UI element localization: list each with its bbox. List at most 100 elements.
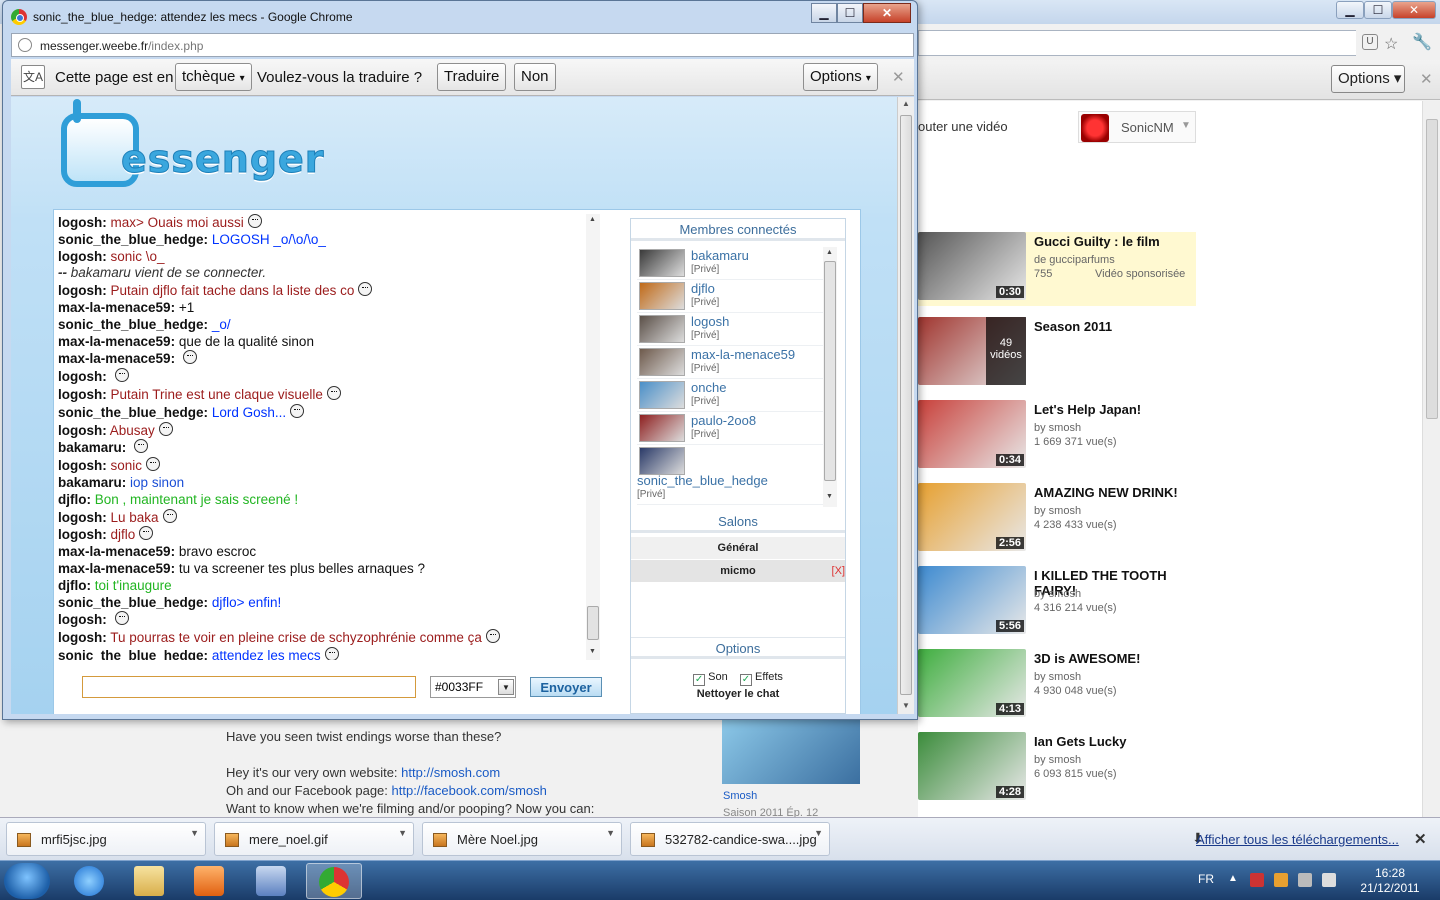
private-link[interactable]: [Privé] (637, 489, 665, 500)
close-icon[interactable]: ✕ (892, 68, 905, 86)
son-checkbox[interactable]: ✓ (693, 674, 706, 686)
member-name[interactable]: max-la-menace59 (691, 347, 795, 362)
message-author[interactable]: -- (58, 265, 67, 280)
video-thumbnail[interactable]: 49 vidéos (918, 317, 1026, 385)
member-item[interactable]: bakamaru [Privé] (637, 247, 837, 280)
video-thumbnail[interactable]: 0:30 (918, 232, 1026, 300)
facebook-link[interactable]: http://facebook.com/smosh (392, 783, 547, 798)
message-author[interactable]: logosh: (58, 458, 107, 473)
close-icon[interactable]: ✕ (1414, 830, 1427, 848)
video-title[interactable]: Gucci Guilty : le film (1034, 234, 1194, 249)
chevron-down-icon[interactable]: ▼ (398, 828, 407, 838)
show-all-downloads-link[interactable]: Afficher tous les téléchargements... (1196, 832, 1399, 847)
member-name[interactable]: djflo (691, 281, 715, 296)
bg-minimize-button[interactable]: ▁ (1336, 1, 1364, 19)
download-item[interactable]: 532782-candice-swa....jpg ▼ (630, 822, 830, 856)
wrench-icon[interactable]: 🔧 (1412, 32, 1432, 52)
video-author[interactable]: by smosh (1034, 422, 1081, 434)
maximize-button[interactable]: ☐ (837, 3, 863, 23)
video-author[interactable]: by smosh (1034, 588, 1081, 600)
message-author[interactable]: djflo: (58, 578, 91, 593)
video-item[interactable]: 5:56 I KILLED THE TOOTH FAIRY! by smosh 4 3… (918, 566, 1208, 634)
message-author[interactable]: logosh: (58, 387, 107, 402)
chevron-down-icon[interactable]: ▼ (606, 828, 615, 838)
private-link[interactable]: [Privé] (691, 429, 719, 440)
network-icon[interactable] (1298, 873, 1312, 887)
message-author[interactable]: logosh: (58, 612, 107, 627)
start-button[interactable] (4, 863, 50, 899)
website-link[interactable]: http://smosh.com (401, 765, 500, 780)
member-item[interactable]: logosh [Privé] (637, 313, 837, 346)
no-button[interactable]: Non (514, 63, 556, 91)
video-item[interactable]: 2:56 AMAZING NEW DRINK! by smosh 4 238 433 … (918, 483, 1208, 551)
video-item[interactable]: 0:30 Gucci Guilty : le film de gucciparfum… (918, 232, 1196, 306)
bg-close-button[interactable]: ✕ (1392, 1, 1436, 19)
message-author[interactable]: bakamaru: (58, 440, 126, 455)
translate-button[interactable]: Traduire (437, 63, 507, 91)
language-select[interactable]: tchèque ▾ (175, 63, 252, 91)
video-author[interactable]: by smosh (1034, 505, 1081, 517)
minimize-button[interactable]: ▁ (811, 3, 837, 23)
message-author[interactable]: logosh: (58, 249, 107, 264)
private-link[interactable]: [Privé] (691, 396, 719, 407)
message-author[interactable]: logosh: (58, 369, 107, 384)
message-author[interactable]: logosh: (58, 510, 107, 525)
member-item[interactable]: sonic_the_blue_hedge [Privé] (637, 445, 837, 505)
bg-options-button[interactable]: Options ▾ (1331, 65, 1405, 93)
chevron-down-icon[interactable]: ▼ (814, 828, 823, 838)
video-title[interactable]: Ian Gets Lucky (1034, 734, 1194, 749)
close-button[interactable]: ✕ (863, 3, 911, 23)
video-thumbnail[interactable]: 0:34 (918, 400, 1026, 468)
video-title[interactable]: 3D is AWESOME! (1034, 651, 1194, 666)
chat-scrollbar[interactable]: ▲ ▼ (586, 214, 600, 660)
video-thumbnail[interactable]: 5:56 (918, 566, 1026, 634)
member-item[interactable]: djflo [Privé] (637, 280, 837, 313)
video-item[interactable]: 4:28 Ian Gets Lucky by smosh 6 093 815 vue(… (918, 732, 1208, 800)
message-author[interactable]: max-la-menace59: (58, 334, 175, 349)
member-name[interactable]: sonic_the_blue_hedge (637, 473, 768, 488)
message-author[interactable]: sonic_the_blue_hedge: (58, 595, 208, 610)
private-link[interactable]: [Privé] (691, 264, 719, 275)
message-author[interactable]: sonic_the_blue_hedge: (58, 648, 208, 660)
video-author[interactable]: by smosh (1034, 754, 1081, 766)
clear-chat-link[interactable]: Nettoyer le chat (631, 688, 845, 700)
private-link[interactable]: [Privé] (691, 363, 719, 374)
user-menu[interactable]: SonicNM ▼ (1078, 111, 1196, 143)
salon-general[interactable]: Général (631, 537, 845, 559)
member-item[interactable]: max-la-menace59 [Privé] (637, 346, 837, 379)
message-author[interactable]: djflo: (58, 492, 91, 507)
playlist-caption[interactable]: Smosh (723, 790, 757, 802)
message-input[interactable] (82, 676, 416, 698)
ie-taskbar-button[interactable] (62, 863, 118, 899)
volume-icon[interactable] (1322, 873, 1336, 887)
video-title[interactable]: AMAZING NEW DRINK! (1034, 485, 1194, 500)
options-button[interactable]: Options ▾ (803, 63, 878, 91)
video-thumbnail[interactable]: 4:13 (918, 649, 1026, 717)
message-author[interactable]: logosh: (58, 527, 107, 542)
message-author[interactable]: logosh: (58, 283, 107, 298)
clock[interactable]: 16:28 21/12/2011 (1350, 866, 1430, 896)
chrome-taskbar-button[interactable] (306, 863, 362, 899)
message-author[interactable]: max-la-menace59: (58, 300, 175, 315)
message-author[interactable]: max-la-menace59: (58, 351, 175, 366)
download-item[interactable]: mrfi5jsc.jpg ▼ (6, 822, 206, 856)
message-author[interactable]: bakamaru: (58, 475, 126, 490)
message-author[interactable]: max-la-menace59: (58, 544, 175, 559)
message-author[interactable]: sonic_the_blue_hedge: (58, 232, 208, 247)
video-item[interactable]: 49 vidéos Season 2011 (918, 317, 1208, 385)
message-author[interactable]: logosh: (58, 215, 107, 230)
message-author[interactable]: logosh: (58, 423, 107, 438)
video-thumbnail[interactable]: 4:28 (918, 732, 1026, 800)
playlist-thumbnail[interactable] (722, 720, 860, 784)
shield-icon[interactable]: U (1362, 34, 1378, 50)
private-link[interactable]: [Privé] (691, 330, 719, 341)
member-name[interactable]: paulo-2oo8 (691, 413, 756, 428)
message-author[interactable]: logosh: (58, 630, 107, 645)
media-taskbar-button[interactable] (182, 863, 238, 899)
message-author[interactable]: max-la-menace59: (58, 561, 175, 576)
background-address-bar[interactable] (918, 30, 1356, 56)
effets-checkbox[interactable]: ✓ (739, 674, 752, 686)
video-thumbnail[interactable]: 2:56 (918, 483, 1026, 551)
message-author[interactable]: sonic_the_blue_hedge: (58, 317, 208, 332)
video-author[interactable]: de gucciparfums (1034, 254, 1115, 266)
